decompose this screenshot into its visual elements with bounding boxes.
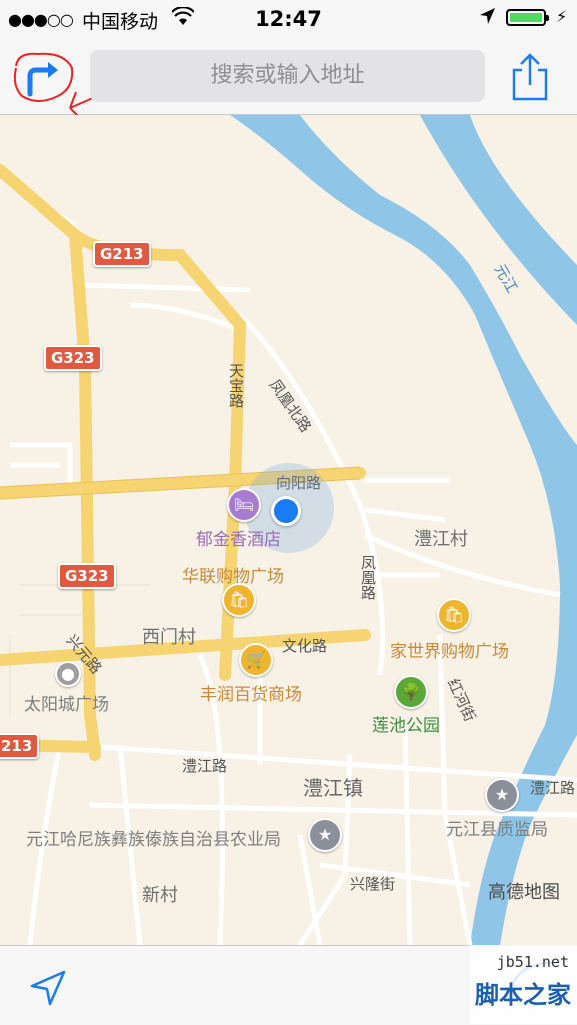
watermark-site: jb51.net bbox=[496, 953, 569, 971]
highway-shield: G323 bbox=[44, 345, 102, 371]
shopping-poi[interactable]: 🛍 bbox=[437, 598, 471, 632]
location-arrow-icon bbox=[30, 970, 66, 1006]
map-provider-logo: 高德地图 bbox=[488, 882, 560, 903]
watermark-name: 脚本之家 bbox=[475, 981, 571, 1009]
poi-label: 丰润百货商场 bbox=[200, 685, 302, 705]
road-label: 兴隆街 bbox=[350, 875, 396, 893]
star-icon: ★ bbox=[494, 785, 510, 804]
locate-button[interactable] bbox=[28, 968, 68, 1008]
site-watermark: jb51.net 脚本之家 bbox=[470, 945, 577, 1024]
road-label: 凤凰路 bbox=[359, 555, 377, 600]
road-label: 澧江路 bbox=[530, 779, 576, 797]
plaza-poi[interactable]: ● bbox=[55, 661, 81, 687]
bed-icon: 🛏 bbox=[233, 495, 255, 514]
share-icon bbox=[512, 53, 548, 101]
status-bar: ●●●○○ 中国移动 12:47 ⚡ bbox=[0, 0, 577, 38]
poi-label: 太阳城广场 bbox=[24, 695, 109, 715]
town-label: 澧江镇 bbox=[303, 776, 363, 800]
village-label: 新村 bbox=[142, 885, 178, 906]
directions-button[interactable] bbox=[13, 52, 103, 133]
share-button[interactable] bbox=[508, 52, 552, 102]
battery-icon bbox=[506, 9, 549, 26]
charging-icon: ⚡ bbox=[556, 7, 568, 26]
road-label: 天宝路 bbox=[227, 363, 245, 408]
hotel-poi[interactable]: 🛏 bbox=[227, 488, 261, 522]
shopping-bag-icon: 🛍 bbox=[443, 605, 465, 624]
road-label: 澧江路 bbox=[182, 757, 228, 775]
circle-icon: ● bbox=[61, 664, 75, 683]
search-input[interactable]: 搜索或输入地址 bbox=[90, 50, 485, 102]
government-poi[interactable]: ★ bbox=[308, 818, 342, 852]
park-poi[interactable]: 🌳 bbox=[394, 675, 428, 709]
highway-shield: 213 bbox=[0, 733, 40, 759]
village-label: 西门村 bbox=[142, 627, 196, 648]
cart-icon: 🛒 bbox=[246, 650, 266, 669]
road-label: 文化路 bbox=[282, 637, 328, 655]
highway-shield: G323 bbox=[58, 563, 116, 589]
nav-bar: 搜索或输入地址 bbox=[0, 38, 577, 133]
poi-label: 莲池公园 bbox=[372, 716, 440, 736]
poi-label: 元江县质监局 bbox=[446, 820, 548, 840]
poi-label: 家世界购物广场 bbox=[390, 642, 509, 662]
poi-label: 郁金香酒店 bbox=[196, 530, 281, 550]
tree-icon: 🌳 bbox=[401, 682, 421, 701]
shopping-bag-icon: 🛍 bbox=[228, 590, 250, 609]
government-poi[interactable]: ★ bbox=[485, 778, 519, 812]
village-label: 澧江村 bbox=[414, 529, 468, 550]
shopping-poi[interactable]: 🛍 bbox=[222, 583, 256, 617]
current-location-dot[interactable] bbox=[271, 496, 301, 526]
highway-shield: G213 bbox=[93, 241, 151, 267]
map-view[interactable]: G213 G323 G323 213 天宝路 凤凰北路 向阳路 凤凰路 文化路 … bbox=[0, 115, 577, 945]
poi-label: 元江哈尼族彝族傣族自治县农业局 bbox=[26, 830, 281, 850]
location-arrow-icon bbox=[478, 6, 496, 31]
star-icon: ★ bbox=[317, 825, 333, 844]
shopping-poi[interactable]: 🛒 bbox=[239, 643, 273, 677]
